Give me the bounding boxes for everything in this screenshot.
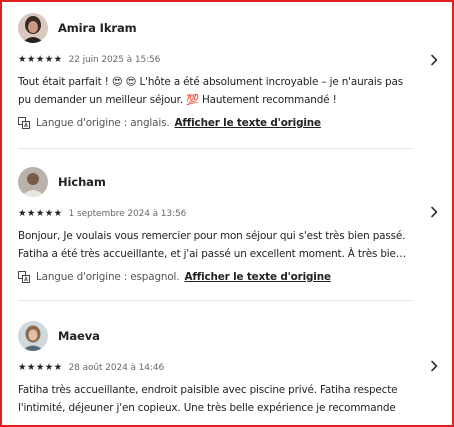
review-header: Hicham: [18, 166, 418, 198]
review-text: Bonjour, Je voulais vous remercier pour …: [18, 227, 410, 263]
language-row: Langue d'origine : espagnol. Afficher le…: [18, 271, 418, 283]
language-row: Langue d'origine : anglais. Afficher le …: [18, 117, 418, 129]
chevron-right-icon[interactable]: [428, 54, 440, 66]
language-label: Langue d'origine : anglais.: [36, 117, 170, 129]
review-meta: ★★★★★ 28 août 2024 à 14:46: [18, 361, 418, 375]
review-text-line: Bonjour, Je voulais vous remercier pour …: [18, 230, 406, 242]
avatar[interactable]: [18, 167, 48, 197]
chevron-right-icon[interactable]: [428, 206, 440, 218]
rating-stars: ★★★★★: [18, 208, 63, 220]
review-amira: Amira Ikram ★★★★★ 22 juin 2025 à 15:56 T…: [18, 12, 438, 129]
show-original-link[interactable]: Afficher le texte d'origine: [184, 271, 331, 283]
rating-stars: ★★★★★: [18, 362, 63, 374]
review-maeva: Maeva ★★★★★ 28 août 2024 à 14:46 Fatiha …: [18, 320, 438, 417]
review-header: Amira Ikram: [18, 12, 418, 44]
review-date: 1 septembre 2024 à 13:56: [68, 209, 187, 219]
avatar[interactable]: [18, 13, 48, 43]
review-text: Tout était parfait ! 😍 😍 L'hôte a été ab…: [18, 76, 403, 106]
review-header: Maeva: [18, 320, 418, 352]
avatar[interactable]: [18, 321, 48, 351]
review-meta: ★★★★★ 22 juin 2025 à 15:56: [18, 53, 418, 67]
review-meta: ★★★★★ 1 septembre 2024 à 13:56: [18, 207, 418, 221]
review-hicham: Hicham ★★★★★ 1 septembre 2024 à 13:56 Bo…: [18, 166, 438, 283]
reviewer-name: Amira Ikram: [58, 21, 137, 35]
language-label: Langue d'origine : espagnol.: [36, 271, 180, 283]
review-date: 28 août 2024 à 14:46: [68, 363, 165, 373]
reviewer-name: Maeva: [58, 329, 100, 343]
divider: [18, 148, 413, 149]
chevron-right-icon[interactable]: [428, 360, 440, 372]
divider: [18, 300, 413, 301]
rating-stars: ★★★★★: [18, 54, 63, 66]
reviewer-name: Hicham: [58, 175, 106, 189]
show-original-link[interactable]: Afficher le texte d'origine: [175, 117, 322, 129]
review-date: 22 juin 2025 à 15:56: [68, 55, 161, 65]
review-text-line: Fatiha a été très accueillante, et j'ai …: [18, 248, 410, 260]
review-text: Fatiha très accueillante, endroit paisib…: [18, 384, 398, 414]
translate-icon: [18, 271, 30, 283]
translate-icon: [18, 117, 30, 129]
